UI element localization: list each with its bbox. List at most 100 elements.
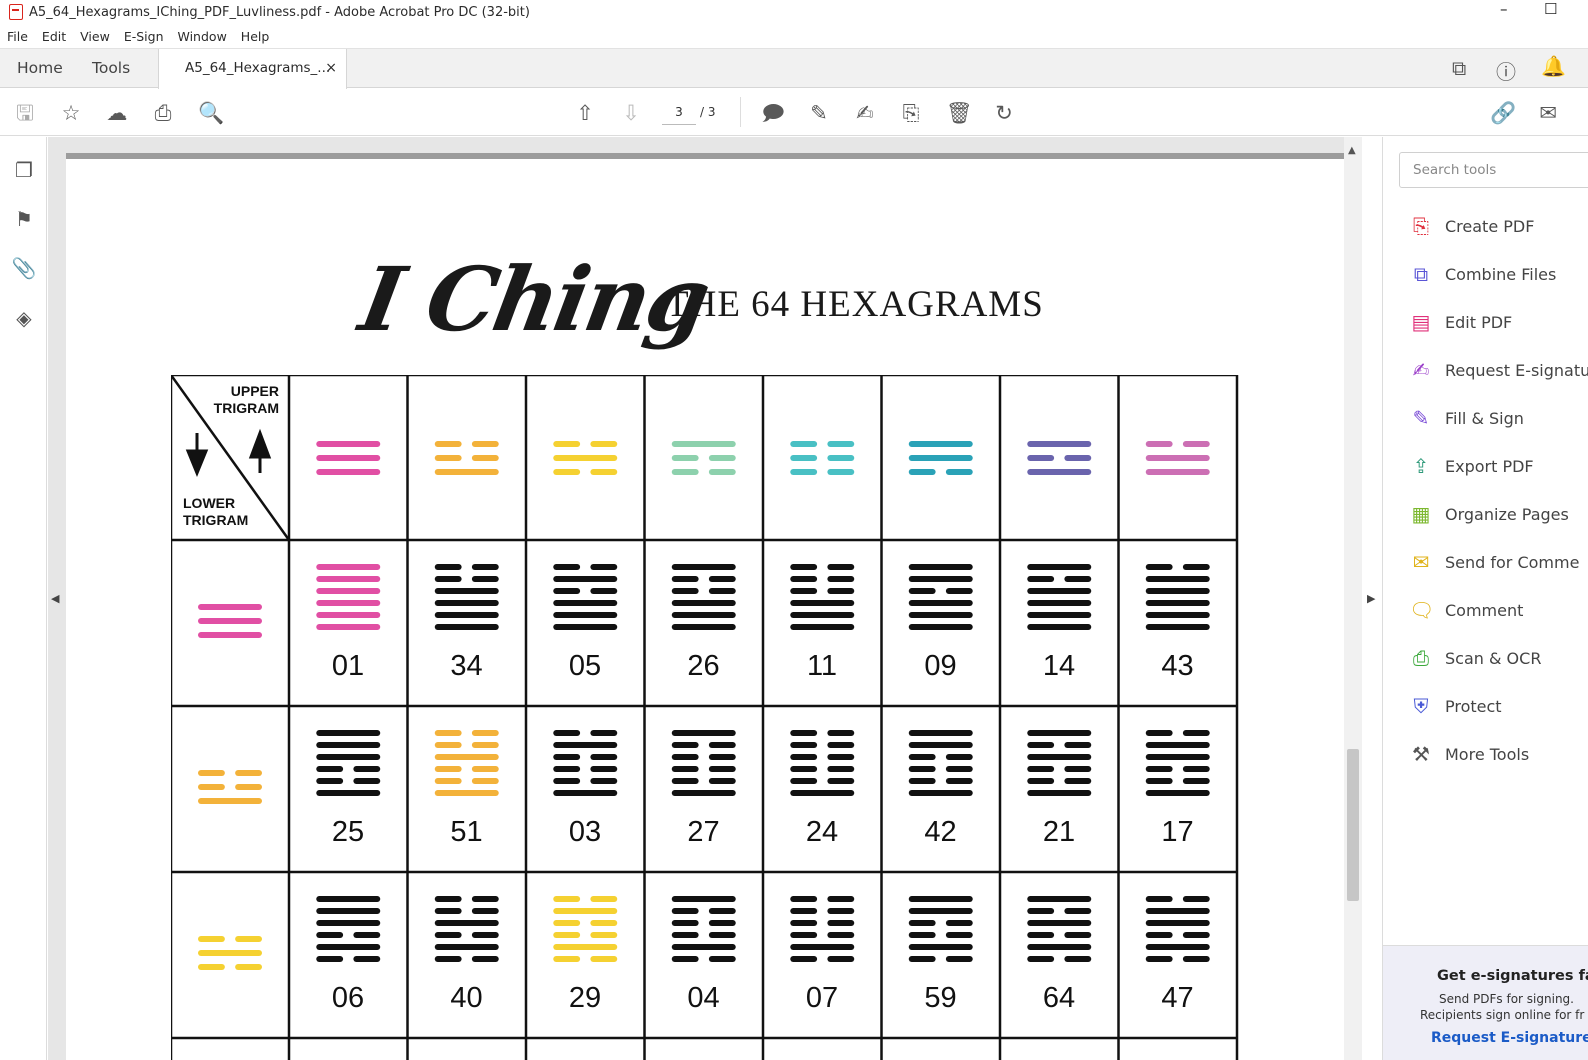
tool-export-pdf[interactable]: ⇪ Export PDF — [1409, 451, 1534, 481]
request-esignature-link[interactable]: Request E-signature — [1431, 1030, 1588, 1046]
hexagram-25-solid-line — [316, 790, 381, 796]
tool-scan-ocr[interactable]: ⎙ Scan & OCR — [1409, 643, 1541, 673]
hexagram-04-broken-line — [708, 908, 736, 914]
tool-comment[interactable]: 🗨 Comment — [1409, 595, 1523, 625]
tool-combine-files[interactable]: ⧉ Combine Files — [1409, 259, 1556, 289]
tool-create-pdf[interactable]: ⎘ Create PDF — [1409, 211, 1534, 241]
share-screen-icon[interactable]: ⧉ — [1452, 56, 1466, 80]
comment-icon[interactable]: 🗩 — [761, 101, 785, 125]
highlight-pen-icon[interactable]: ✎ — [807, 101, 831, 125]
tool-label: Protect — [1445, 696, 1502, 716]
hexagram-11-broken-line — [790, 588, 818, 594]
esign-promo: Get e-signatures fa Send PDFs for signin… — [1383, 945, 1588, 1060]
print-icon[interactable]: ⎙ — [151, 101, 175, 125]
tool-send-comment[interactable]: ✉ Send for Comme — [1409, 547, 1580, 577]
page-number-input[interactable]: 3 — [662, 99, 696, 125]
hexagram-03-broken-line — [553, 766, 581, 772]
lower-trigram-heaven-solid-line — [198, 632, 262, 638]
bookmarks-icon[interactable]: ⚑ — [11, 206, 37, 232]
upper-trigram-thunder-broken-line — [471, 441, 499, 447]
collapse-right-pane-icon[interactable]: ▶ — [1367, 592, 1375, 605]
hexagram-21-broken-line — [1027, 742, 1055, 748]
upper-trigram-earth-broken-line — [827, 441, 855, 447]
save-icon[interactable]: 🖫 — [13, 101, 37, 125]
lower-trigram-water-broken-line — [235, 936, 262, 942]
scroll-up-icon[interactable]: ▲ — [1348, 145, 1356, 156]
stamp-icon[interactable]: ⎘ — [899, 101, 923, 125]
hexagram-07-broken-line — [790, 956, 818, 962]
tab-tools[interactable]: Tools — [92, 49, 130, 88]
vertical-scrollbar[interactable]: ▲ — [1344, 137, 1362, 1060]
zoom-search-icon[interactable]: 🔍 — [198, 101, 224, 125]
hexagram-24-broken-line — [827, 742, 855, 748]
hexagram-40-broken-line — [434, 956, 462, 962]
menu-esign[interactable]: E-Sign — [117, 26, 171, 48]
hexagram-59-broken-line — [945, 956, 973, 962]
tab-home[interactable]: Home — [17, 49, 63, 88]
email-icon[interactable]: ✉ — [1536, 101, 1560, 125]
menu-file[interactable]: File — [0, 26, 35, 48]
upper-trigram-fire-solid-line — [1027, 469, 1092, 475]
help-icon[interactable]: ⓘ — [1496, 56, 1516, 85]
page-thumbnails-icon[interactable]: ❐ — [11, 157, 37, 183]
next-page-icon[interactable]: ⇩ — [619, 101, 643, 125]
hexagram-51-broken-line — [471, 742, 499, 748]
upper-trigram-thunder-broken-line — [471, 455, 499, 461]
delete-trash-icon[interactable]: 🗑 — [946, 101, 973, 125]
hexagram-number: 47 — [1161, 982, 1194, 1014]
tool-organize-pages[interactable]: ▦ Organize Pages — [1409, 499, 1569, 529]
send-comment-icon: ✉ — [1412, 550, 1430, 574]
close-tab-icon[interactable]: × — [325, 49, 337, 88]
hexagram-40-solid-line — [434, 944, 499, 950]
menu-view[interactable]: View — [73, 26, 117, 48]
tool-request-esign[interactable]: ✍ Request E-signatu — [1409, 355, 1588, 385]
sign-icon[interactable]: ✍ — [853, 101, 877, 125]
tab-document-label: A5_64_Hexagrams_... — [185, 60, 331, 76]
tool-label: Organize Pages — [1445, 504, 1569, 524]
menu-edit[interactable]: Edit — [35, 26, 73, 48]
hexagram-51-broken-line — [471, 778, 499, 784]
lower-trigram-thunder-broken-line — [235, 784, 262, 790]
hexagram-number: 14 — [1042, 650, 1076, 682]
menu-help[interactable]: Help — [234, 26, 277, 48]
minimize-button[interactable]: – — [1500, 0, 1508, 18]
bookmark-star-icon[interactable]: ☆ — [59, 101, 83, 125]
menu-window[interactable]: Window — [171, 26, 234, 48]
previous-page-icon[interactable]: ⇧ — [573, 101, 597, 125]
upload-cloud-icon[interactable]: ☁ — [105, 101, 129, 125]
upper-trigram-heaven-solid-line — [316, 455, 381, 461]
hexagram-grid-drawing — [171, 375, 1239, 1060]
hexagram-59-broken-line — [908, 956, 936, 962]
tool-fill-sign[interactable]: ✎ Fill & Sign — [1409, 403, 1524, 433]
tool-more-tools[interactable]: ⚒ More Tools — [1409, 739, 1529, 769]
rotate-icon[interactable]: ↻ — [992, 101, 1016, 125]
hexagram-number: 21 — [1042, 816, 1076, 848]
attachments-paperclip-icon[interactable]: 📎 — [11, 255, 37, 281]
hexagram-05-solid-line — [553, 600, 618, 606]
hexagram-64-broken-line — [1027, 956, 1055, 962]
notifications-bell-icon[interactable]: 🔔 — [1541, 54, 1566, 78]
hexagram-51-broken-line — [434, 742, 462, 748]
upper-trigram-mountain-broken-line — [708, 469, 736, 475]
link-sign-icon[interactable]: 🔗 — [1490, 101, 1516, 125]
maximize-button[interactable]: ☐ — [1544, 0, 1557, 18]
tool-edit-pdf[interactable]: ▤ Edit PDF — [1409, 307, 1513, 337]
hexagram-number: 51 — [450, 816, 483, 848]
tool-protect[interactable]: ⛨ Protect — [1409, 691, 1502, 721]
hexagram-21-solid-line — [1027, 754, 1092, 760]
search-tools-input[interactable]: Search tools — [1399, 152, 1588, 188]
hexagram-03-broken-line — [590, 766, 618, 772]
scrollbar-thumb[interactable] — [1347, 749, 1359, 901]
hexagram-43-solid-line — [1145, 588, 1210, 594]
window-title: A5_64_Hexagrams_IChing_PDF_Luvliness.pdf… — [29, 4, 530, 20]
document-viewport[interactable]: I Ching THE 64 HEXAGRAMS UPPER TRIGRAM L… — [48, 137, 1344, 1060]
hexagram-04-broken-line — [671, 920, 699, 926]
hexagram-14-solid-line — [1027, 588, 1092, 594]
hexagram-43-broken-line — [1182, 564, 1210, 570]
tab-document[interactable]: A5_64_Hexagrams_... × — [158, 49, 347, 89]
hexagram-01-solid-line — [316, 624, 381, 630]
layers-icon[interactable]: ◈ — [11, 305, 37, 331]
hexagram-34-solid-line — [434, 588, 499, 594]
hexagram-27-solid-line — [671, 730, 736, 736]
collapse-left-pane-icon[interactable]: ◀ — [51, 592, 59, 605]
